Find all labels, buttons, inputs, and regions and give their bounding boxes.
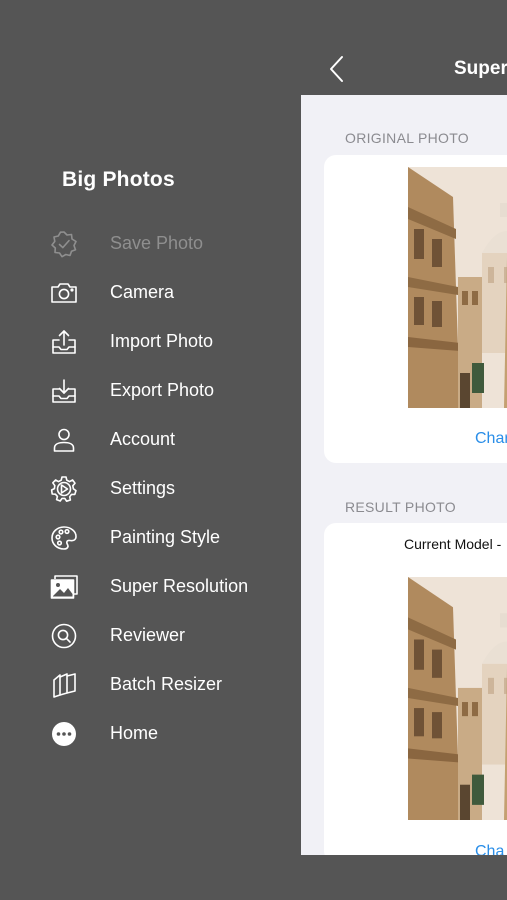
change-result-photo-link[interactable]: Cha xyxy=(475,843,504,855)
result-photo-card: Current Model - Cha xyxy=(324,523,507,855)
menu-item-export-photo[interactable]: Export Photo xyxy=(0,366,300,415)
menu-item-reviewer[interactable]: Reviewer xyxy=(0,611,300,660)
menu-item-label: Camera xyxy=(110,282,175,302)
menu-item-label: Settings xyxy=(110,478,176,498)
original-photo-image xyxy=(408,167,507,408)
person-icon xyxy=(49,425,79,455)
chevron-left-icon[interactable] xyxy=(327,54,347,84)
menu-title: Big Photos xyxy=(62,168,175,191)
content-panel: ORIGINAL PHOTO Char RESULT PHOTO Current… xyxy=(301,95,507,855)
menu-item-label: Export Photo xyxy=(110,380,215,400)
stack-icon xyxy=(49,670,79,700)
menu-item-batch-resizer[interactable]: Batch Resizer xyxy=(0,660,300,709)
menu-item-home[interactable]: Home xyxy=(0,709,300,758)
photos-icon xyxy=(49,572,79,602)
import-tray-icon xyxy=(49,327,79,357)
menu-item-label: Super Resolution xyxy=(110,576,249,596)
navigation-bar: Super xyxy=(301,42,507,94)
menu-item-label: Import Photo xyxy=(110,331,214,351)
palette-icon xyxy=(49,523,79,553)
original-photo-card: Char xyxy=(324,155,507,463)
menu-item-label: Reviewer xyxy=(110,625,186,645)
export-tray-icon xyxy=(49,376,79,406)
menu-item-painting-style[interactable]: Painting Style xyxy=(0,513,300,562)
magnifier-icon xyxy=(49,621,79,651)
ellipsis-circle-icon xyxy=(49,719,79,749)
menu-item-label: Home xyxy=(110,723,159,743)
menu-item-save-photo[interactable]: Save Photo xyxy=(0,219,300,268)
menu-item-label: Batch Resizer xyxy=(110,674,223,694)
menu-item-settings[interactable]: Settings xyxy=(0,464,300,513)
menu-item-camera[interactable]: Camera xyxy=(0,268,300,317)
gear-icon xyxy=(49,474,79,504)
camera-icon xyxy=(49,278,79,308)
menu-item-import-photo[interactable]: Import Photo xyxy=(0,317,300,366)
menu-item-account[interactable]: Account xyxy=(0,415,300,464)
menu-item-super-resolution[interactable]: Super Resolution xyxy=(0,562,300,611)
result-photo-section-label: RESULT PHOTO xyxy=(345,499,456,515)
current-model-label: Current Model - xyxy=(404,536,502,552)
original-photo-section-label: ORIGINAL PHOTO xyxy=(345,130,469,146)
result-photo-image xyxy=(408,577,507,820)
menu-item-label: Account xyxy=(110,429,176,449)
side-menu: Save Photo Camera Import Photo Export Ph… xyxy=(0,219,300,758)
menu-item-label: Painting Style xyxy=(110,527,221,547)
menu-item-label: Save Photo xyxy=(110,233,204,253)
page-title: Super xyxy=(454,58,507,79)
save-check-icon xyxy=(49,229,79,259)
change-original-photo-link[interactable]: Char xyxy=(475,430,507,448)
